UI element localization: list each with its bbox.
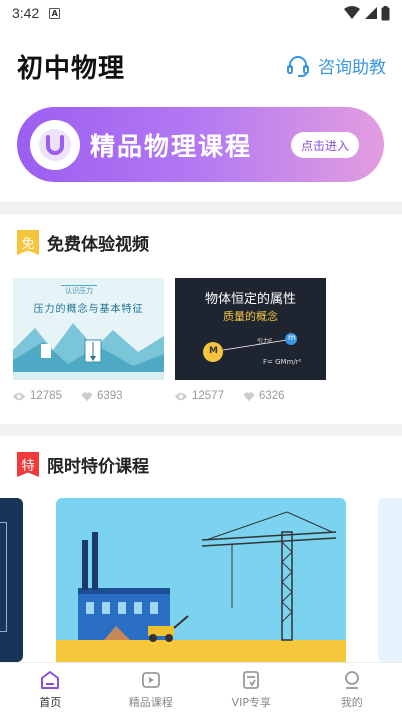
profile-icon	[344, 671, 359, 689]
nav-label: 首页	[39, 696, 62, 709]
app-title: 初中物理	[17, 54, 126, 84]
wifi-icon	[344, 6, 360, 19]
status-time: 3:42	[12, 5, 40, 21]
course-card-next[interactable]	[378, 498, 402, 662]
free-videos-section: 免 免费体验视频 认识压力 压力的概念与基本特征 12785 6393 物体恒定…	[0, 214, 402, 424]
section-header: 免 免费体验视频	[17, 230, 149, 255]
banner-title: 精品物理课程	[90, 132, 253, 161]
bottom-nav: 首页 精品课程 VIP专享 我的	[0, 662, 402, 716]
nav-vip[interactable]: VIP专享	[201, 663, 302, 716]
nav-profile[interactable]: 我的	[302, 663, 402, 716]
video-card[interactable]: 物体恒定的属性 质量的概念 M m 引力F F= GMm/r² 12577 63…	[175, 278, 326, 402]
section-title: 限时特价课程	[47, 457, 149, 477]
notification-icon: A	[49, 7, 61, 19]
header: 初中物理 咨询助教 精品物理课程 点击进入	[0, 26, 402, 202]
magnet-icon	[30, 120, 80, 170]
battery-icon	[381, 5, 390, 20]
section-title: 免费体验视频	[47, 235, 149, 255]
mass-large-label: M	[209, 346, 218, 356]
consult-label: 咨询助教	[318, 58, 386, 78]
video-thumbnail: 物体恒定的属性 质量的概念 M m 引力F F= GMm/r²	[175, 278, 326, 380]
eye-icon	[175, 392, 187, 400]
consult-button[interactable]: 咨询助教	[286, 53, 386, 78]
heart-icon	[244, 391, 254, 401]
video-thumbnail: 认识压力 压力的概念与基本特征	[13, 278, 164, 380]
video-stats: 12785 6393	[13, 390, 164, 402]
formula: F= GMm/r²	[263, 358, 302, 366]
nav-home[interactable]: 首页	[0, 663, 101, 716]
nav-label: 我的	[340, 696, 363, 709]
like-count: 6326	[258, 390, 285, 402]
status-icons	[344, 5, 390, 21]
special-offer-section: 特 限时特价课程	[0, 436, 402, 662]
premium-banner[interactable]: 精品物理课程 点击进入	[17, 107, 384, 182]
nav-courses[interactable]: 精品课程	[101, 663, 202, 716]
nav-label: 精品课程	[128, 696, 173, 709]
free-badge: 免	[17, 230, 39, 255]
signal-icon	[365, 7, 377, 19]
home-icon	[41, 671, 60, 689]
headset-icon	[287, 55, 309, 77]
view-count: 12785	[30, 390, 62, 402]
video-icon	[141, 672, 160, 688]
status-bar: 3:42 A	[0, 0, 402, 26]
document-icon	[243, 671, 260, 689]
heart-icon	[82, 391, 92, 401]
mass-small-label: m	[288, 333, 296, 342]
course-illustration	[56, 498, 346, 662]
course-card[interactable]	[56, 498, 346, 662]
like-count: 6393	[96, 390, 123, 402]
video-tag: 认识压力	[61, 285, 97, 295]
view-count: 12577	[192, 390, 224, 402]
force-label: 引力F	[257, 338, 273, 345]
video-title: 压力的概念与基本特征	[33, 304, 144, 315]
course-card-prev[interactable]	[0, 498, 23, 662]
enter-button[interactable]: 点击进入	[291, 132, 359, 158]
nav-label: VIP专享	[231, 696, 271, 709]
special-badge: 特	[17, 452, 39, 477]
video-card[interactable]: 认识压力 压力的概念与基本特征 12785 6393	[13, 278, 164, 402]
eye-icon	[13, 392, 25, 400]
section-header: 特 限时特价课程	[17, 452, 149, 477]
video-stats: 12577 6326	[175, 390, 326, 402]
